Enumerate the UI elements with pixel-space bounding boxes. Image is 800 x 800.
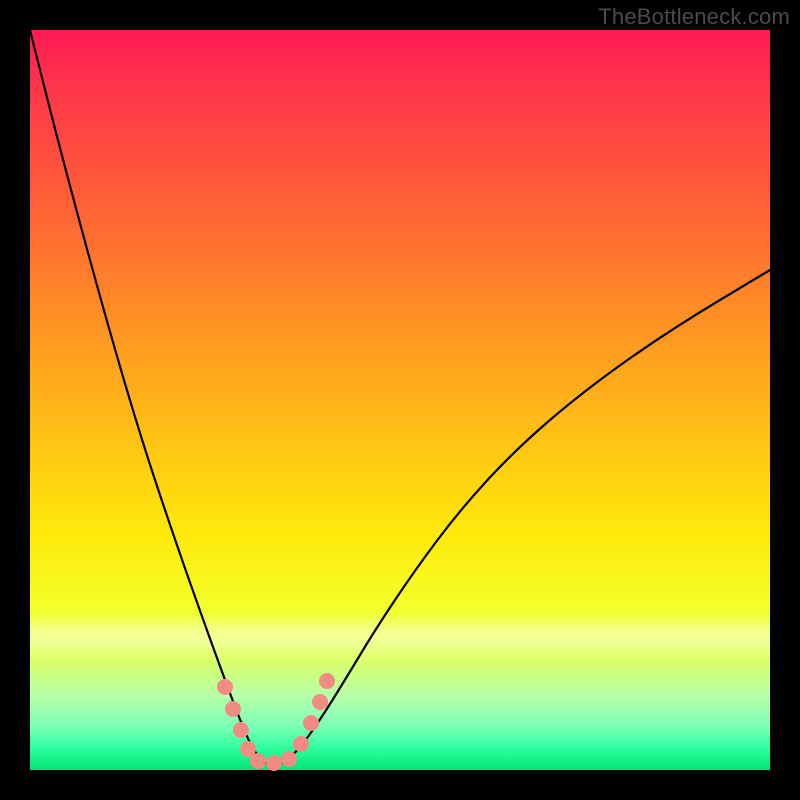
beads-group	[217, 673, 335, 771]
curve-bead	[293, 736, 309, 752]
curve-bead	[225, 701, 241, 717]
curve-bead	[233, 722, 249, 738]
curve-bead	[250, 753, 266, 769]
curve-bead	[266, 755, 282, 771]
curve-bead	[319, 673, 335, 689]
chart-frame: TheBottleneck.com	[0, 0, 800, 800]
curve-layer	[30, 30, 770, 770]
watermark-text: TheBottleneck.com	[598, 4, 790, 30]
curve-bead	[312, 694, 328, 710]
curve-bead	[281, 751, 297, 767]
curve-bead	[217, 679, 233, 695]
curve-bead	[303, 715, 319, 731]
bottleneck-curve	[30, 30, 770, 765]
